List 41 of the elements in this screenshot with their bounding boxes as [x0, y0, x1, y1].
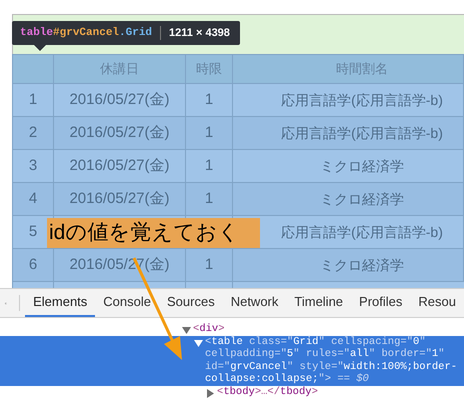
table-cell-text: 5 [28, 222, 38, 242]
table-cell-text: 応用言語学(応用言語学-b) [281, 124, 443, 143]
expanded-triangle-icon[interactable] [182, 326, 191, 335]
dom-node-text[interactable]: <tbody>…</tbody> [217, 386, 464, 398]
table-cell-text: 2016/05/27(金) [69, 156, 170, 176]
devtools-tab[interactable]: Timeline [286, 289, 352, 317]
devtools-tab[interactable]: Sources [159, 289, 223, 317]
table-cell-text: 1 [204, 254, 214, 275]
devtools-tab[interactable]: Elements [25, 289, 96, 317]
dom-node-text[interactable]: <table class="Grid" cellspacing="0" cellpadding="5" rules="all" border="1" id="grvCancel" style="width:100%;border-collapse:collapse;"> == $0 [205, 336, 464, 386]
table-cell-text: 2016/05/27(金) [69, 90, 170, 110]
selected-dom-node[interactable]: <table class="Grid" cellspacing="0" cellpadding="5" rules="all" border="1" id="grvCancel" style="width:100%;border-collapse:collapse;"> == $0 [0, 336, 464, 386]
size-label: 1211 × 4398 [169, 26, 230, 41]
table-cell-text: 応用言語学(応用言語学-b) [281, 90, 443, 110]
table-cell-text: 2016/05/27(金) [69, 188, 170, 209]
annotation-label: idの値を覚えておく [47, 218, 260, 248]
devtools-tab[interactable]: Console [95, 289, 159, 317]
table-cell-text: 1 [204, 90, 214, 110]
table-cell-text: 6 [28, 254, 38, 275]
table-cell-text: 応用言語学(応用言語学-b) [281, 222, 443, 242]
column-header: 休講日 [100, 60, 139, 78]
devtools-tab[interactable]: Profiles [351, 289, 410, 317]
dom-node-text[interactable]: <div> [193, 323, 464, 336]
column-header: 時間割名 [336, 60, 388, 78]
table-cell-text: ミクロ経済学 [320, 156, 404, 176]
table-cell-text: 1 [204, 122, 214, 143]
devtools-tab[interactable]: Resou [410, 289, 464, 317]
table-cell-text: ミクロ経済学 [320, 190, 404, 208]
column-header: 時限 [196, 60, 222, 78]
table-cell-text: 4 [28, 188, 38, 209]
table-cell-text: 2 [28, 122, 38, 143]
expanded-triangle-icon[interactable] [194, 338, 203, 348]
table-cell-text: 3 [28, 156, 38, 176]
table-cell-text: ミクロ経済学 [320, 256, 404, 274]
table-cell-text: 1 [28, 90, 38, 110]
devtools-tab[interactable]: Network [222, 289, 286, 317]
table-cell-text: 1 [204, 156, 214, 176]
selector-label: table#grvCancel.Grid [20, 26, 152, 41]
table-cell-text: 1 [204, 188, 214, 209]
collapsed-triangle-icon[interactable] [206, 388, 215, 398]
table-cell-text: 2016/05/27(金) [69, 122, 170, 143]
